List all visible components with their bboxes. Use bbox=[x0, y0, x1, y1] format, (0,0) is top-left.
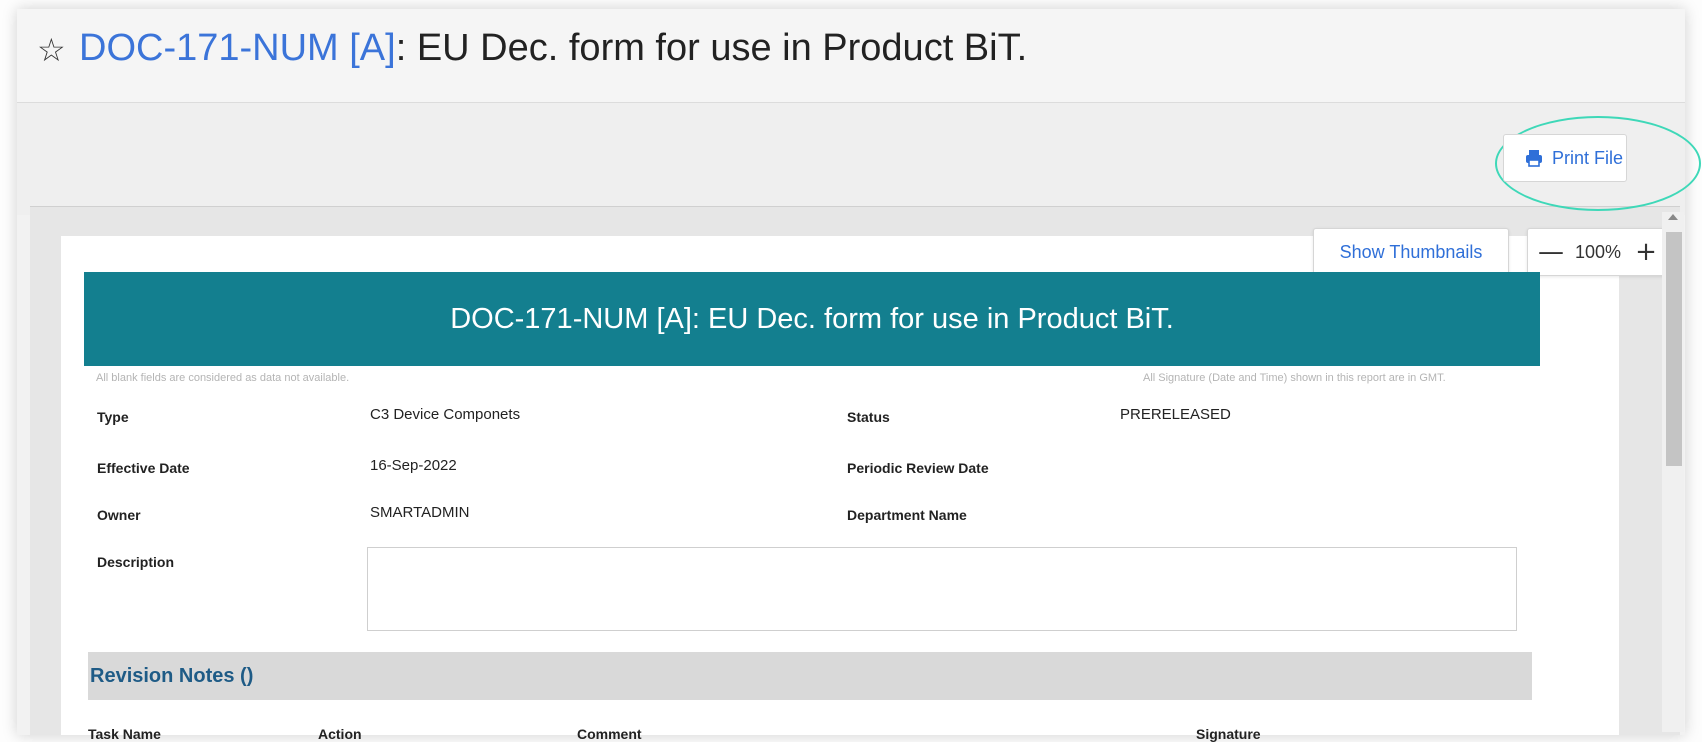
department-label: Department Name bbox=[847, 507, 967, 523]
toolbar-area bbox=[17, 103, 1685, 215]
description-label: Description bbox=[97, 554, 175, 570]
type-label: Type bbox=[97, 409, 129, 425]
zoom-out-button[interactable]: — bbox=[1538, 239, 1564, 265]
gmt-note: All Signature (Date and Time) shown in t… bbox=[1143, 372, 1446, 384]
zoom-in-button[interactable]: + bbox=[1634, 239, 1658, 265]
print-file-button[interactable]: Print File bbox=[1503, 134, 1627, 182]
scroll-thumb[interactable] bbox=[1666, 232, 1682, 466]
star-outline-icon[interactable]: ☆ bbox=[37, 31, 66, 69]
status-label: Status bbox=[847, 409, 890, 425]
column-header: Signature bbox=[1196, 726, 1261, 742]
effective-date-label: Effective Date bbox=[97, 460, 190, 476]
zoom-level: 100% bbox=[1574, 241, 1622, 262]
print-file-label: Print File bbox=[1552, 147, 1624, 168]
printer-icon bbox=[1526, 150, 1542, 167]
scroll-up-arrow-icon[interactable] bbox=[1668, 214, 1678, 220]
page-title: DOC-171-NUM [A]: EU Dec. form for use in… bbox=[79, 27, 1027, 70]
document-banner: DOC-171-NUM [A]: EU Dec. form for use in… bbox=[84, 272, 1540, 366]
page-title-text: : EU Dec. form for use in Product BiT. bbox=[395, 27, 1028, 69]
status-value: PRERELEASED bbox=[1120, 406, 1231, 423]
description-field bbox=[367, 547, 1517, 631]
title-bar: ☆ DOC-171-NUM [A]: EU Dec. form for use … bbox=[17, 9, 1685, 103]
show-thumbnails-button[interactable]: Show Thumbnails bbox=[1313, 228, 1509, 276]
zoom-control: — 100% + bbox=[1527, 228, 1669, 276]
column-header: Action bbox=[318, 726, 362, 742]
revision-notes-header: Revision Notes () bbox=[88, 652, 1532, 700]
column-header: Task Name bbox=[88, 726, 161, 742]
revision-notes-title: Revision Notes () bbox=[90, 664, 254, 687]
owner-value: SMARTADMIN bbox=[370, 504, 470, 521]
doc-id-link[interactable]: DOC-171-NUM [A] bbox=[79, 27, 396, 69]
type-value: C3 Device Componets bbox=[370, 406, 521, 423]
column-header: Comment bbox=[577, 726, 642, 742]
blank-fields-note: All blank fields are considered as data … bbox=[96, 372, 350, 384]
effective-date-value: 16-Sep-2022 bbox=[370, 457, 457, 474]
periodic-review-label: Periodic Review Date bbox=[847, 460, 989, 476]
owner-label: Owner bbox=[97, 507, 141, 523]
